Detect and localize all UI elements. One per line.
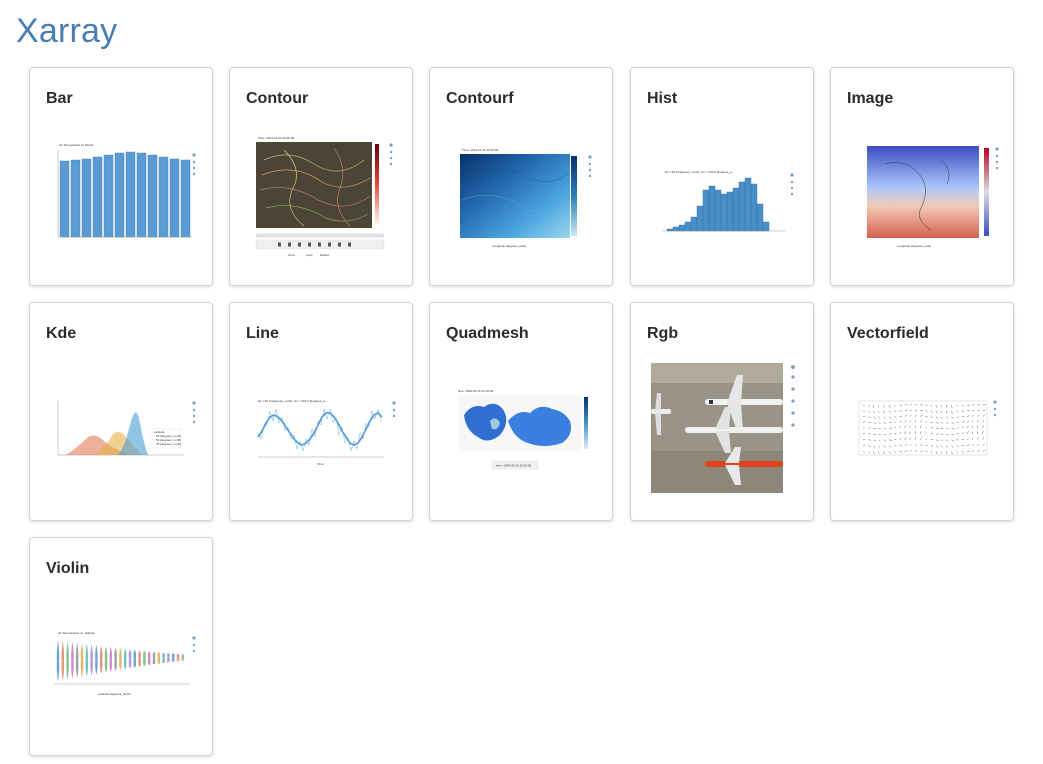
thumb-title: Time: 2013-01-01 00:00:00 [462, 148, 498, 152]
violin-shape [152, 652, 156, 665]
violin-shape [176, 653, 180, 662]
gallery-card-line[interactable]: Line lat = 90.0 [degrees_north], lon = 2… [229, 302, 413, 521]
violin-shape [114, 647, 117, 672]
violin-shape [61, 640, 65, 682]
violin-shape [133, 649, 137, 668]
violin-shape [80, 643, 84, 678]
gallery-card-image[interactable]: Image Longitude [degrees_east] [830, 67, 1014, 286]
violin-shape [157, 652, 161, 664]
violin-shape [167, 653, 170, 663]
thumb-title: time: 1999-09-15 12:00:00 [458, 389, 494, 393]
violin-shape [147, 651, 151, 666]
thumb-xlabel: Longitude [degrees_east] [897, 244, 931, 248]
violin-shape [119, 647, 122, 671]
violin-shape [95, 644, 98, 675]
contour-control-once: Once [288, 253, 296, 257]
card-title: Violin [46, 560, 90, 577]
line-chart-preview: lat = 90.0 [degrees_north], lon = 200.0 … [257, 399, 396, 466]
thumb-xlabel: Longitude [degrees_east] [492, 244, 526, 248]
card-title: Contourf [446, 90, 514, 107]
card-title: Contour [246, 90, 309, 107]
violin-shape [99, 645, 103, 674]
violin-shape [171, 653, 175, 663]
bar-thumbnail[interactable]: Air Temperature by Month [44, 130, 200, 260]
contour-control-loop: Loop [306, 253, 313, 257]
violin-shape [85, 643, 89, 677]
gallery-card-contour[interactable]: Contour Time: 2013-01-01 00:00:00 Once L… [229, 67, 413, 286]
contour-thumbnail[interactable]: Time: 2013-01-01 00:00:00 Once Loop Refl… [244, 130, 400, 260]
gallery-card-kde[interactable]: Kde Latitude 25 [degrees_north] 50 [degr… [29, 302, 213, 521]
contourf-map-preview: Time: 2013-01-01 00:00:00 Longitude [deg… [460, 148, 592, 248]
gallery-card-rgb[interactable]: Rgb [630, 302, 814, 521]
quadmesh-thumbnail[interactable]: time: 1999-09-15 12:00:00 time: 1999-09-… [444, 365, 600, 495]
violin-shape [75, 642, 79, 679]
violin-shape [143, 650, 146, 666]
violin-shape [66, 641, 69, 681]
card-title: Line [246, 325, 279, 342]
line-thumbnail[interactable]: lat = 90.0 [degrees_north], lon = 200.0 … [244, 365, 400, 495]
violin-shapes [56, 640, 185, 682]
contour-control-reflect: Reflect [320, 253, 330, 257]
quadmesh-map-preview: time: 1999-09-15 12:00:00 time: 1999-09-… [458, 389, 588, 470]
card-title: Rgb [647, 325, 679, 342]
vectorfield-preview [858, 400, 997, 456]
violin-shape [138, 650, 141, 667]
histogram-preview: lat = 90.0 [degrees_north], lon = 200.0 … [663, 170, 794, 232]
card-title: Vectorfield [847, 325, 929, 342]
violin-shape [162, 652, 165, 664]
violin-shape [90, 644, 93, 676]
gallery-card-quadmesh[interactable]: Quadmesh time: 1999-09-15 12:00:00 time:… [429, 302, 613, 521]
card-title: Image [847, 90, 894, 107]
hist-thumbnail[interactable]: lat = 90.0 [degrees_north], lon = 200.0 … [645, 130, 801, 260]
card-title: Kde [46, 325, 77, 342]
thumb-title: Air Temperature by Month [59, 143, 94, 147]
gallery-card-bar[interactable]: Bar Air Temperature by Month [29, 67, 213, 286]
card-title: Hist [647, 90, 678, 107]
thumb-xlabel: Latitude [degrees_north] [98, 692, 131, 696]
gallery-card-vectorfield[interactable]: Vectorfield [830, 302, 1014, 521]
gallery-card-violin[interactable]: Violin Air Temperature vs. latitude Lati… [29, 537, 213, 756]
kde-plot-preview: Latitude 25 [degrees_north] 50 [degrees_… [57, 401, 196, 456]
thumb-xlabel: Time [317, 462, 324, 466]
violin-plot-preview: Air Temperature vs. latitude Latitude [d… [54, 631, 196, 696]
violin-shape [104, 646, 108, 673]
violin-shape [109, 646, 113, 673]
card-title: Bar [46, 90, 73, 107]
page-title: Xarray [16, 12, 118, 50]
bar-chart-preview: Air Temperature by Month [57, 143, 196, 238]
violin-shape [71, 641, 74, 680]
image-thumbnail[interactable]: Longitude [degrees_east] [845, 130, 1001, 260]
thumb-title: lat = 90.0 [degrees_north], lon = 200.0 … [665, 170, 734, 174]
vectorfield-thumbnail[interactable] [845, 365, 1001, 495]
violin-shape [181, 653, 185, 662]
card-title: Quadmesh [446, 325, 529, 342]
kde-thumbnail[interactable]: Latitude 25 [degrees_north] 50 [degrees_… [44, 365, 200, 495]
violin-shape [128, 649, 132, 669]
thumb-title: lat = 90.0 [degrees_north], lon = 200.0 … [258, 399, 327, 403]
thumb-title: Air Temperature vs. latitude [58, 631, 95, 635]
violin-thumbnail[interactable]: Air Temperature vs. latitude Latitude [d… [44, 600, 200, 730]
violin-shape [123, 648, 127, 670]
gallery-card-hist[interactable]: Hist lat = 90.0 [degrees_north], lon = 2… [630, 67, 814, 286]
thumb-title: Time: 2013-01-01 00:00:00 [258, 136, 294, 140]
contourf-thumbnail[interactable]: Time: 2013-01-01 00:00:00 Longitude [deg… [444, 130, 600, 260]
quadmesh-time-widget: time: 1999-09-15 12:00:00 [496, 464, 532, 468]
image-map-preview: Longitude [degrees_east] [867, 146, 999, 248]
violin-shape [56, 640, 60, 682]
contour-map-preview: Time: 2013-01-01 00:00:00 Once Loop Refl… [255, 136, 393, 257]
gallery-card-contourf[interactable]: Contourf Time: 2013-01-01 00:00:00 Longi… [429, 67, 613, 286]
kde-legend-item: 75 [degrees_north] [156, 442, 181, 446]
rgb-image-preview [651, 363, 795, 493]
rgb-thumbnail[interactable] [645, 363, 801, 493]
